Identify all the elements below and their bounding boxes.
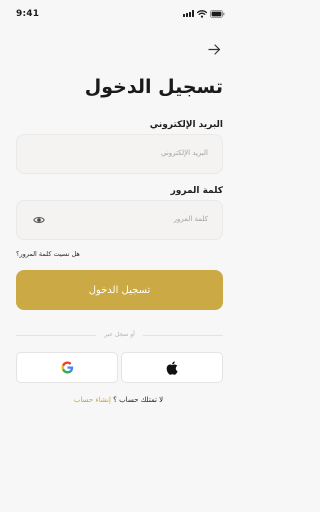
login-button[interactable]: تسجيل الدخول	[16, 270, 223, 310]
google-login-button[interactable]	[16, 352, 118, 383]
page-title: تسجيل الدخول	[84, 76, 223, 98]
email-placeholder: البريد الإلكتروني	[161, 149, 208, 157]
wifi-icon	[197, 9, 207, 18]
divider: أو سجل عبر	[16, 331, 223, 338]
back-button[interactable]	[207, 42, 221, 56]
status-icons	[183, 9, 225, 18]
signup-text: لا تمتلك حساب ؟	[113, 396, 164, 404]
eye-icon[interactable]	[33, 215, 45, 225]
signal-icon	[183, 10, 194, 17]
password-field[interactable]: كلمة المرور	[16, 200, 223, 240]
signup-link[interactable]: إنشاء حساب	[74, 396, 111, 404]
battery-icon	[210, 9, 225, 18]
email-label: البريد الإلكتروني	[149, 120, 223, 130]
signup-prompt: لا تمتلك حساب ؟ إنشاء حساب	[0, 396, 237, 404]
apple-icon	[166, 360, 178, 375]
apple-login-button[interactable]	[121, 352, 223, 383]
status-bar: 9:41	[0, 0, 237, 28]
email-field[interactable]: البريد الإلكتروني	[16, 134, 223, 174]
password-placeholder: كلمة المرور	[173, 215, 208, 223]
google-icon	[61, 361, 73, 374]
forgot-password-link[interactable]: هل نسيت كلمة المرور؟	[16, 250, 80, 258]
password-label: كلمة المرور	[170, 186, 223, 196]
arrow-right-icon	[207, 43, 220, 55]
divider-text: أو سجل عبر	[104, 331, 135, 338]
status-time: 9:41	[16, 9, 40, 19]
